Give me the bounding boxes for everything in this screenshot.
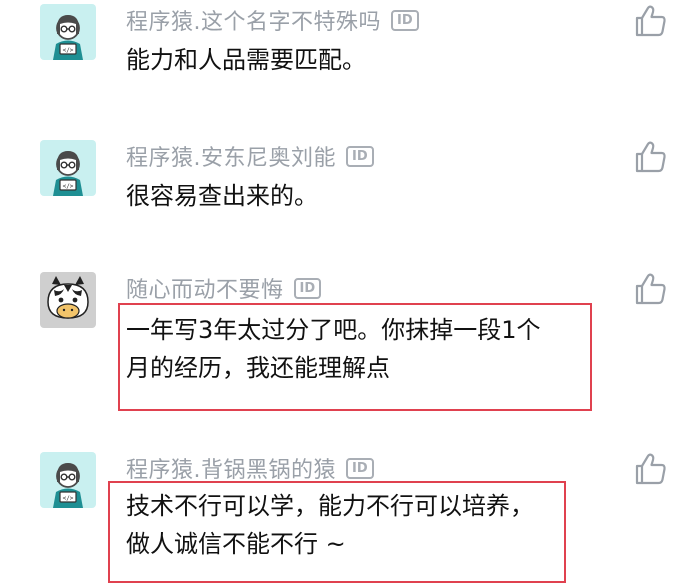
username[interactable]: 程序猿.这个名字不特殊吗 bbox=[126, 4, 381, 36]
svg-text:</>: </> bbox=[63, 47, 74, 54]
programmer-avatar-icon: </> bbox=[40, 4, 96, 60]
comment-text-line: 很容易查出来的。 bbox=[126, 182, 318, 210]
comment-header: 程序猿.背锅黑锅的猿 ID bbox=[126, 452, 374, 484]
programmer-avatar-icon: </> bbox=[40, 452, 96, 508]
comment-text: 很容易查出来的。 bbox=[126, 177, 318, 215]
thumbs-up-icon bbox=[635, 453, 666, 485]
avatar[interactable]: </> bbox=[40, 140, 96, 196]
programmer-avatar-icon: </> bbox=[40, 140, 96, 196]
thumbs-up-icon bbox=[635, 141, 666, 173]
highlight-box bbox=[118, 303, 592, 411]
svg-text:</>: </> bbox=[63, 183, 74, 190]
id-badge: ID bbox=[293, 277, 322, 299]
avatar[interactable]: </> bbox=[40, 452, 96, 508]
avatar[interactable]: </> bbox=[40, 4, 96, 60]
username[interactable]: 程序猿.背锅黑锅的猿 bbox=[126, 452, 336, 484]
comment-header: 程序猿.这个名字不特殊吗 ID bbox=[126, 4, 419, 36]
comment-header: 程序猿.安东尼奥刘能 ID bbox=[126, 140, 374, 172]
like-button[interactable] bbox=[634, 4, 668, 38]
id-badge: ID bbox=[346, 457, 374, 479]
like-button[interactable] bbox=[634, 140, 668, 174]
thumbs-up-icon bbox=[635, 273, 666, 305]
username[interactable]: 程序猿.安东尼奥刘能 bbox=[126, 140, 336, 172]
like-button[interactable] bbox=[634, 452, 668, 486]
thumbs-up-icon bbox=[635, 5, 666, 37]
username[interactable]: 随心而动不要悔 bbox=[126, 272, 284, 304]
avatar[interactable] bbox=[40, 272, 96, 328]
comment-text-line: 能力和人品需要匹配。 bbox=[126, 46, 366, 74]
comment-header: 随心而动不要悔 ID bbox=[126, 272, 322, 304]
comment-text: 能力和人品需要匹配。 bbox=[126, 41, 366, 79]
svg-text:</>: </> bbox=[63, 495, 74, 502]
zebra-avatar-icon bbox=[40, 272, 96, 328]
like-button[interactable] bbox=[634, 272, 668, 306]
id-badge: ID bbox=[391, 9, 419, 31]
highlight-box bbox=[108, 481, 566, 583]
id-badge: ID bbox=[346, 145, 374, 167]
